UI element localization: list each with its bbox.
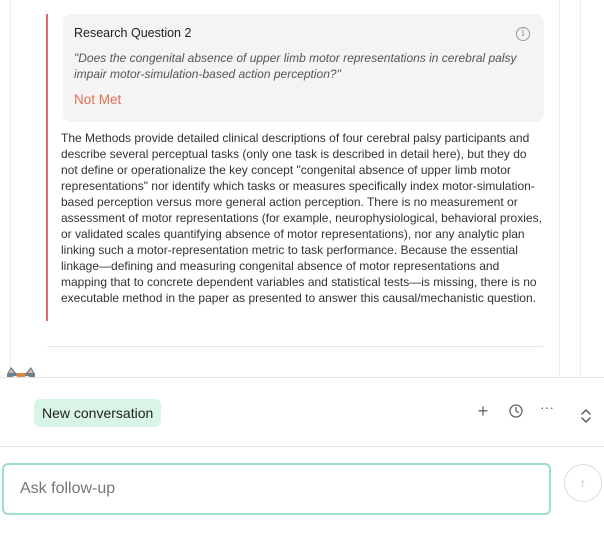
question-title: Research Question 2 (74, 26, 192, 40)
scroll-rail (580, 0, 581, 377)
clock-icon[interactable] (508, 403, 524, 419)
research-question-finding: Research Question 2 i "Does the congenit… (46, 14, 544, 321)
status-not-met: Not Met (74, 92, 122, 107)
conversation-bar: New conversation + ··· (0, 377, 604, 447)
more-icon[interactable]: ··· (539, 400, 555, 418)
page: Research Question 2 i "Does the congenit… (0, 0, 604, 536)
plus-icon[interactable]: + (475, 402, 491, 420)
expand-icon[interactable] (580, 408, 592, 424)
new-conversation-chip[interactable]: New conversation (34, 399, 162, 427)
info-icon[interactable]: i (516, 27, 530, 41)
question-text: "Does the congenital absence of upper li… (74, 51, 517, 81)
send-button[interactable]: ↑ (564, 464, 602, 502)
finding-explanation: The Methods provide detailed clinical de… (61, 131, 542, 305)
section-divider (47, 346, 543, 347)
question-card: Research Question 2 i "Does the congenit… (63, 14, 544, 122)
ask-follow-up-input[interactable] (2, 463, 551, 515)
